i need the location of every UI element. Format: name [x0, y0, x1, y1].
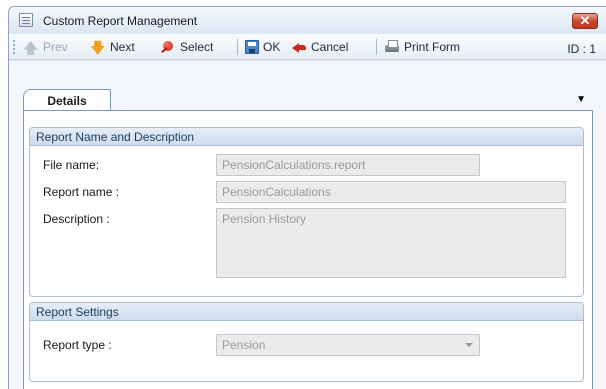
description-field[interactable]: Pension History — [216, 208, 566, 278]
description-label: Description : — [43, 212, 110, 226]
save-icon — [245, 40, 259, 54]
report-settings-group: Report Settings Report type : Pension — [29, 302, 584, 382]
toolbar-grip[interactable] — [13, 40, 15, 54]
record-id: ID : 1 — [567, 42, 596, 56]
report-type-label: Report type : — [43, 338, 112, 352]
next-button[interactable]: Next — [90, 38, 135, 63]
toolbar-separator — [376, 39, 377, 55]
back-arrow-icon — [291, 39, 307, 55]
form-body: Details ▼ Report Name and Description Fi… — [9, 60, 606, 389]
printer-icon — [384, 39, 400, 55]
report-type-value: Pension — [222, 338, 266, 352]
next-label: Next — [110, 40, 135, 54]
group-header-settings: Report Settings — [30, 303, 583, 321]
report-window: Custom Report Management ✕ Prev Next Sel… — [8, 6, 606, 389]
group-header-name-description: Report Name and Description — [30, 128, 583, 146]
report-name-label: Report name : — [43, 185, 120, 199]
select-label: Select — [180, 40, 214, 54]
file-name-field[interactable]: PensionCalculations.report — [216, 154, 480, 176]
prev-button[interactable]: Prev — [23, 38, 68, 63]
report-name-description-group: Report Name and Description File name: P… — [29, 127, 584, 297]
close-button[interactable]: ✕ — [572, 13, 598, 29]
ok-label: OK — [263, 40, 281, 54]
select-button[interactable]: Select — [160, 38, 213, 56]
title-bar[interactable]: Custom Report Management ✕ — [9, 7, 606, 34]
prev-label: Prev — [43, 40, 68, 54]
report-name-field[interactable]: PensionCalculations — [216, 181, 566, 203]
tab-list-dropdown-icon[interactable]: ▼ — [576, 94, 586, 105]
arrow-down-icon — [90, 38, 106, 63]
print-form-label: Print Form — [404, 40, 461, 54]
toolbar-separator — [237, 39, 238, 55]
window-title: Custom Report Management — [43, 14, 198, 28]
cancel-button[interactable]: Cancel — [291, 38, 348, 56]
toolbar: Prev Next Select OK Cancel Print Form ID… — [9, 34, 606, 63]
cancel-label: Cancel — [311, 40, 349, 54]
tab-details[interactable]: Details — [23, 89, 111, 111]
file-name-label: File name: — [43, 158, 100, 172]
pushpin-icon — [160, 39, 176, 55]
ok-button[interactable]: OK — [245, 38, 280, 56]
form-icon — [19, 13, 33, 27]
chevron-down-icon — [465, 343, 473, 347]
report-type-select[interactable]: Pension — [216, 334, 480, 356]
print-form-button[interactable]: Print Form — [384, 38, 460, 56]
arrow-up-icon — [23, 38, 39, 63]
